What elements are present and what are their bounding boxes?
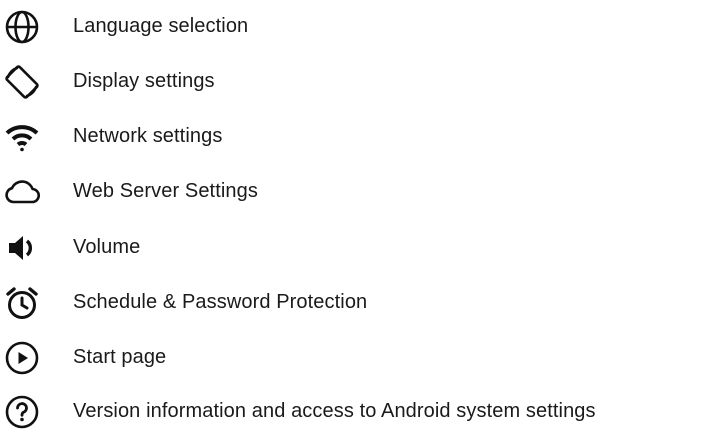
menu-item-version-info[interactable]: Version information and access to Androi… [0,387,706,437]
menu-item-web-server-settings[interactable]: Web Server Settings [0,167,706,217]
menu-item-label: Start page [73,346,167,369]
wifi-icon [4,119,40,155]
menu-item-schedule-password[interactable]: Schedule & Password Protection [0,278,706,328]
screen-rotation-icon [4,64,40,100]
settings-menu: Language selection Display settings Netw… [0,0,706,437]
menu-item-label: Volume [73,236,141,259]
cloud-icon [4,174,40,210]
alarm-clock-icon [4,285,40,321]
speaker-icon [4,230,40,266]
menu-item-label: Version information and access to Androi… [73,400,596,423]
menu-item-label: Web Server Settings [73,180,258,203]
help-circle-icon [4,394,40,430]
menu-item-label: Schedule & Password Protection [73,291,368,314]
menu-item-start-page[interactable]: Start page [0,333,706,383]
menu-item-language-selection[interactable]: Language selection [0,2,706,52]
play-circle-icon [4,340,40,376]
menu-item-label: Language selection [73,15,249,38]
menu-item-display-settings[interactable]: Display settings [0,57,706,107]
menu-item-label: Display settings [73,70,215,93]
globe-icon [4,9,40,45]
menu-item-volume[interactable]: Volume [0,223,706,273]
menu-item-label: Network settings [73,125,223,148]
menu-item-network-settings[interactable]: Network settings [0,112,706,162]
